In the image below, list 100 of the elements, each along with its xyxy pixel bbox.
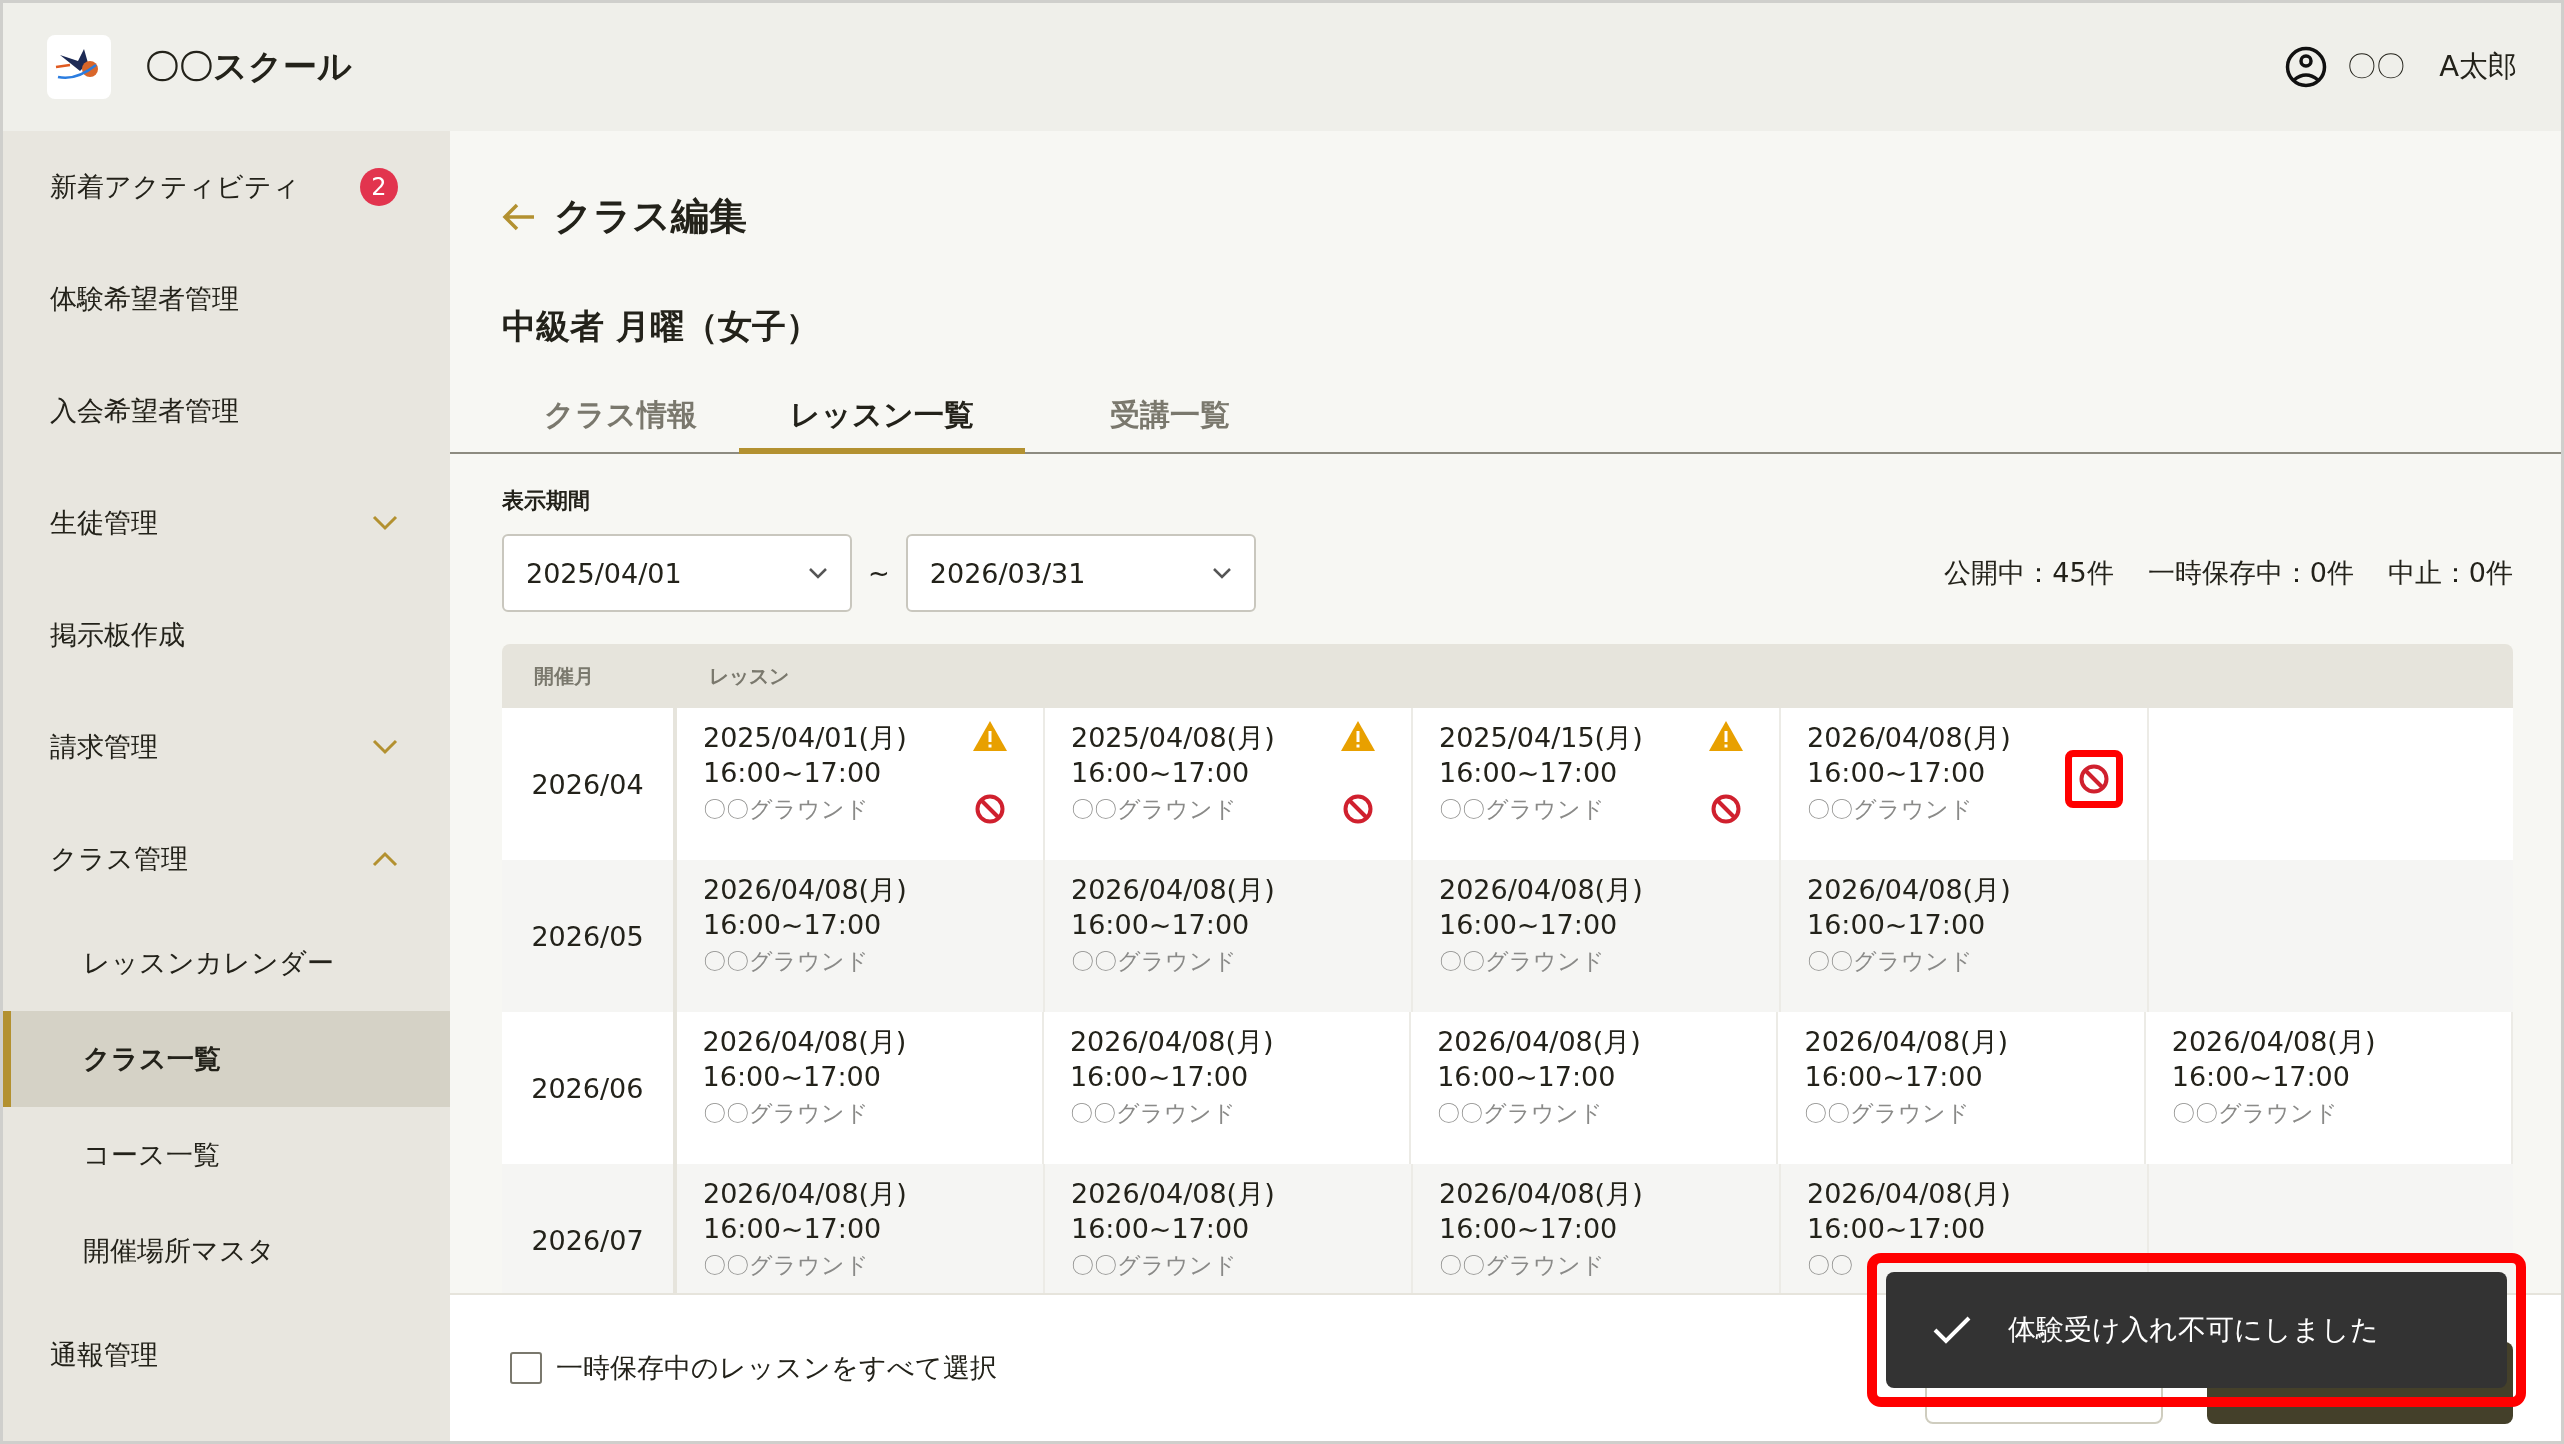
- lesson-date: 2026/04/08(月): [1069, 1025, 1275, 1059]
- user-organization: 〇〇: [2347, 48, 2406, 85]
- sidebar-subitem[interactable]: 開催場所マスタ: [3, 1203, 450, 1299]
- lesson-date: 2026/04/08(月): [1807, 873, 2012, 907]
- sidebar-subitem[interactable]: コース一覧: [3, 1107, 450, 1203]
- column-header: 開催月: [533, 662, 595, 690]
- chevron-down-icon: [808, 567, 828, 579]
- lesson-time: 16:00~17:00: [2171, 1060, 2351, 1094]
- sidebar-item-label: 掲示板作成: [50, 618, 186, 652]
- lesson-time: 16:00~17:00: [1807, 908, 1987, 942]
- sidebar-item[interactable]: 掲示板作成: [3, 579, 450, 691]
- prohibited-icon[interactable]: [1710, 793, 1742, 825]
- lesson-time: 16:00~17:00: [1807, 756, 1987, 790]
- lesson-place: 〇〇: [1807, 1251, 1854, 1280]
- lesson-time: 16:00~17:00: [1071, 756, 1251, 790]
- lesson-time: 16:00~17:00: [702, 1060, 882, 1094]
- lesson-time: 16:00~17:00: [1807, 1212, 1987, 1246]
- tab[interactable]: レッスン一覧: [739, 382, 1025, 454]
- warning-icon: [1340, 720, 1376, 752]
- lesson-time: 16:00~17:00: [703, 1212, 883, 1246]
- lesson-place: 〇〇グラウンド: [1804, 1099, 1972, 1128]
- lesson-place: 〇〇グラウンド: [1071, 947, 1238, 976]
- chevron-down-icon: [372, 739, 398, 755]
- lesson-date: 2026/04/08(月): [1439, 1177, 1644, 1211]
- lesson-date: 2026/04/08(月): [702, 1025, 908, 1059]
- sidebar-item[interactable]: 通報管理: [3, 1299, 450, 1411]
- toast-message: 体験受け入れ不可にしました: [2008, 1312, 2379, 1348]
- lesson-time: 16:00~17:00: [703, 908, 883, 942]
- lesson-place: 〇〇グラウンド: [703, 1251, 870, 1280]
- lesson-time: 16:00~17:00: [1439, 908, 1619, 942]
- tab[interactable]: 受講一覧: [1025, 382, 1315, 454]
- lesson-place: 〇〇グラウンド: [1071, 795, 1238, 824]
- sidebar-subitem[interactable]: レッスンカレンダー: [3, 915, 450, 1011]
- lesson-time: 16:00~17:00: [1437, 1060, 1617, 1094]
- school-name: 〇〇スクール: [145, 45, 352, 88]
- lesson-date: 2025/04/01(月): [703, 721, 908, 755]
- lesson-date: 2026/04/08(月): [1807, 721, 2012, 755]
- sidebar-item[interactable]: クラス管理: [3, 803, 450, 915]
- chevron-down-icon: [372, 515, 398, 531]
- status-count: 中止：0件: [2387, 556, 2513, 590]
- user-avatar-icon[interactable]: [2285, 46, 2328, 88]
- sidebar-item-label: クラス管理: [50, 842, 189, 876]
- chevron-down-icon: [1211, 567, 1232, 579]
- lesson-date: 2026/04/08(月): [703, 1177, 908, 1211]
- lesson-date: 2025/04/08(月): [1071, 721, 1276, 755]
- lesson-place: 〇〇グラウンド: [1439, 795, 1606, 824]
- sidebar-item-label: 請求管理: [50, 730, 159, 764]
- lesson-place: 〇〇グラウンド: [703, 795, 870, 824]
- sidebar-item-label: 入会希望者管理: [50, 394, 240, 428]
- lesson-time: 16:00~17:00: [1804, 1060, 1984, 1094]
- class-name: 中級者 月曜（女子）: [502, 305, 821, 348]
- lesson-time: 16:00~17:00: [1439, 1212, 1619, 1246]
- lesson-date: 2026/04/08(月): [2171, 1025, 2377, 1059]
- lesson-place: 〇〇グラウンド: [1439, 947, 1606, 976]
- tab[interactable]: クラス情報: [502, 382, 739, 454]
- column-header: レッスン: [708, 662, 790, 690]
- sidebar-item[interactable]: 生徒管理: [3, 467, 450, 579]
- sidebar-item-label: 生徒管理: [50, 506, 159, 540]
- lesson-date: 2026/04/08(月): [1071, 873, 1276, 907]
- prohibited-icon[interactable]: [1342, 793, 1374, 825]
- sidebar-item-label: 新着アクティビティ: [50, 170, 301, 204]
- end-date-select[interactable]: 2026/03/31: [905, 534, 1256, 612]
- sidebar-item[interactable]: 入会希望者管理: [3, 355, 450, 467]
- lesson-place: 〇〇グラウンド: [2171, 1099, 2339, 1128]
- lesson-date: 2026/04/08(月): [1437, 1025, 1642, 1059]
- page-title: クラス編集: [554, 193, 747, 240]
- back-arrow-icon[interactable]: [502, 201, 536, 232]
- lesson-time: 16:00~17:00: [1071, 1212, 1251, 1246]
- sidebar-subitem[interactable]: クラス一覧: [3, 1011, 450, 1107]
- sidebar-item[interactable]: 請求管理: [3, 691, 450, 803]
- lesson-place: 〇〇グラウンド: [1807, 947, 1974, 976]
- lesson-time: 16:00~17:00: [1071, 908, 1251, 942]
- sidebar-item[interactable]: 体験希望者管理: [3, 243, 450, 355]
- status-count: 一時保存中：0件: [2147, 556, 2354, 590]
- logo-icon: [47, 35, 111, 99]
- lesson-date: 2025/04/15(月): [1439, 721, 1644, 755]
- start-date-select[interactable]: 2025/04/01: [502, 534, 852, 612]
- lesson-date: 2026/04/08(月): [703, 873, 908, 907]
- sidebar-item[interactable]: 新着アクティビティ 2: [3, 131, 450, 243]
- prohibited-icon[interactable]: [2078, 763, 2110, 795]
- notification-badge: 2: [360, 168, 398, 206]
- lesson-date: 2026/04/08(月): [1804, 1025, 2010, 1059]
- warning-icon: [1708, 720, 1744, 752]
- lesson-place: 〇〇グラウンド: [702, 1099, 870, 1128]
- lesson-time: 16:00~17:00: [1439, 756, 1619, 790]
- sidebar-item-label: 体験希望者管理: [50, 282, 240, 316]
- checkmark-icon: [1932, 1315, 1972, 1345]
- checkbox[interactable]: [510, 1352, 542, 1384]
- chevron-up-icon: [372, 851, 398, 867]
- checkbox-label: 一時保存中のレッスンをすべて選択: [556, 1351, 997, 1385]
- status-count: 公開中：45件: [1944, 556, 2114, 590]
- lesson-time: 16:00~17:00: [703, 756, 883, 790]
- lesson-place: 〇〇グラウンド: [1437, 1099, 1605, 1128]
- lesson-place: 〇〇グラウンド: [1071, 1251, 1238, 1280]
- sidebar-item-label: 通報管理: [50, 1338, 159, 1372]
- lesson-time: 16:00~17:00: [1069, 1060, 1250, 1094]
- prohibited-icon[interactable]: [974, 793, 1006, 825]
- range-separator: ~: [868, 558, 890, 588]
- lesson-place: 〇〇グラウンド: [1807, 795, 1974, 824]
- user-name: A太郎: [2439, 48, 2517, 85]
